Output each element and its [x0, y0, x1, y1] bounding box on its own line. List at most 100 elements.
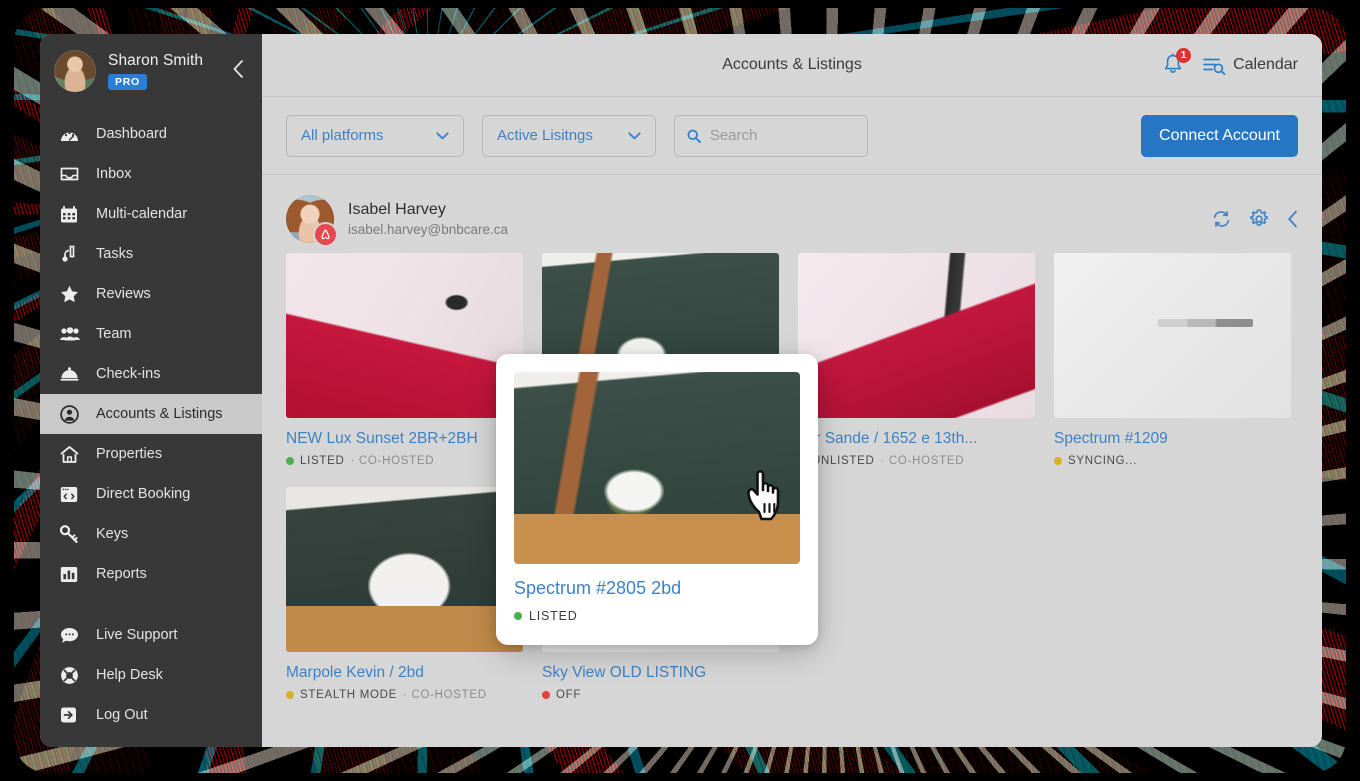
listing-card[interactable]: der Sande / 1652 e 13th... UNLISTED · CO…	[798, 253, 1035, 467]
listing-hover-popup[interactable]: Spectrum #2805 2bd LISTED	[496, 354, 818, 645]
notification-count-badge: 1	[1176, 48, 1192, 63]
account-actions	[1212, 209, 1298, 229]
sidebar-item-label: Properties	[96, 446, 163, 462]
code-window-icon	[60, 484, 86, 504]
sidebar-item-label: Keys	[96, 526, 129, 542]
home-icon	[60, 444, 86, 464]
listing-thumbnail	[286, 487, 523, 652]
search-box[interactable]	[674, 114, 868, 157]
status-dot-icon	[514, 612, 522, 620]
sidebar-item-multi-calendar[interactable]: Multi-calendar	[40, 194, 262, 234]
sidebar-item-team[interactable]: Team	[40, 314, 262, 354]
sidebar-user-profile[interactable]: Sharon Smith PRO	[40, 34, 262, 104]
sidebar-item-accounts-listings[interactable]: Accounts & Listings	[40, 394, 262, 434]
status-badge: LISTED · CO-HOSTED	[286, 455, 523, 467]
status-badge: OFF	[542, 689, 779, 701]
application-window: Sharon Smith PRO Dashboard Inbox Multi-c…	[40, 34, 1322, 747]
user-circle-icon	[60, 404, 86, 424]
status-label: SYNCING...	[1068, 455, 1137, 467]
status-badge: SYNCING...	[1054, 455, 1291, 467]
sidebar-item-help-desk[interactable]: Help Desk	[40, 655, 262, 695]
status-label: STEALTH MODE	[300, 689, 398, 701]
sidebar-item-reviews[interactable]: Reviews	[40, 274, 262, 314]
sidebar-item-reports[interactable]: Reports	[40, 554, 262, 594]
sidebar-item-label: Reports	[96, 566, 147, 582]
connect-account-button[interactable]: Connect Account	[1141, 114, 1298, 157]
collapse-account-chevron-left-icon[interactable]	[1287, 210, 1298, 228]
status-dot-icon	[286, 691, 294, 699]
sidebar-item-direct-booking[interactable]: Direct Booking	[40, 474, 262, 514]
popup-listing-thumbnail	[514, 372, 800, 564]
sidebar-item-label: Log Out	[96, 707, 148, 723]
status-dot-icon	[286, 457, 294, 465]
co-hosted-label: · CO-HOSTED	[403, 689, 487, 701]
lifebuoy-icon	[60, 665, 86, 685]
sidebar-item-inbox[interactable]: Inbox	[40, 154, 262, 194]
listing-thumbnail	[1054, 253, 1291, 418]
gear-icon[interactable]	[1249, 209, 1269, 229]
status-badge: UNLISTED · CO-HOSTED	[798, 455, 1035, 467]
popup-status-badge: LISTED	[514, 609, 800, 623]
sidebar-item-label: Help Desk	[96, 667, 163, 683]
listing-title: NEW Lux Sunset 2BR+2BH	[286, 430, 478, 447]
status-label: UNLISTED	[812, 455, 875, 467]
listing-thumbnail	[798, 253, 1035, 418]
sidebar-item-label: Check-ins	[96, 366, 161, 382]
bar-chart-icon	[60, 564, 86, 584]
topbar-actions: 1 Calendar	[1162, 48, 1322, 77]
refresh-sync-icon[interactable]	[1212, 210, 1231, 228]
calendar-search-icon	[1203, 58, 1226, 75]
avatar	[286, 195, 336, 245]
main-panel: Accounts & Listings 1 Calendar All platf…	[262, 34, 1322, 747]
sidebar-item-label: Dashboard	[96, 126, 167, 142]
sidebar-item-properties[interactable]: Properties	[40, 434, 262, 474]
sidebar-item-label: Team	[96, 326, 132, 342]
account-email: isabel.harvey@bnbcare.ca	[348, 222, 509, 237]
sidebar-item-label: Inbox	[96, 166, 132, 182]
sidebar-item-keys[interactable]: Keys	[40, 514, 262, 554]
search-input[interactable]	[709, 127, 855, 144]
user-avatar-photo	[54, 50, 96, 92]
sidebar-item-label: Direct Booking	[96, 486, 191, 502]
sidebar-item-label: Accounts & Listings	[96, 406, 223, 422]
listing-card[interactable]: Spectrum #1209 SYNCING...	[1054, 253, 1291, 467]
sidebar-item-dashboard[interactable]: Dashboard	[40, 114, 262, 154]
sidebar-item-check-ins[interactable]: Check-ins	[40, 354, 262, 394]
airbnb-icon	[315, 224, 336, 245]
pro-badge: PRO	[108, 74, 147, 90]
status-badge: STEALTH MODE · CO-HOSTED	[286, 689, 523, 701]
account-name: Isabel Harvey	[348, 201, 446, 218]
sidebar-collapse-button[interactable]	[226, 56, 248, 82]
inbox-tray-icon	[60, 164, 86, 184]
vacuum-icon	[60, 244, 86, 264]
star-icon	[60, 284, 86, 304]
search-icon	[687, 129, 701, 143]
listing-title: Marpole Kevin / 2bd	[286, 664, 424, 681]
sidebar-item-log-out[interactable]: Log Out	[40, 695, 262, 735]
listings-content: Isabel Harvey isabel.harvey@bnbcare.ca N…	[262, 175, 1322, 747]
sidebar-bottom-nav: Live Support Help Desk Log Out	[40, 615, 262, 735]
calendar-button[interactable]: Calendar	[1202, 56, 1298, 75]
sidebar-item-label: Reviews	[96, 286, 151, 302]
listing-card[interactable]: NEW Lux Sunset 2BR+2BH LISTED · CO-HOSTE…	[286, 253, 523, 467]
notifications-button[interactable]: 1	[1162, 48, 1192, 77]
chevron-down-icon	[628, 131, 641, 139]
status-dot-icon	[542, 691, 550, 699]
chat-bubble-icon	[60, 625, 86, 645]
sidebar-item-label: Live Support	[96, 627, 178, 643]
sidebar: Sharon Smith PRO Dashboard Inbox Multi-c…	[40, 34, 262, 747]
platform-filter-select[interactable]: All platforms	[286, 114, 464, 157]
sidebar-item-label: Tasks	[96, 246, 134, 262]
account-header-row: Isabel Harvey isabel.harvey@bnbcare.ca	[286, 193, 1298, 245]
popup-status-label: LISTED	[529, 609, 578, 623]
listings-filter-value: Active Lisitngs	[497, 127, 593, 144]
sidebar-item-tasks[interactable]: Tasks	[40, 234, 262, 274]
app-root: Sharon Smith PRO Dashboard Inbox Multi-c…	[0, 0, 1360, 781]
listings-filter-select[interactable]: Active Lisitngs	[482, 114, 656, 157]
sidebar-item-live-support[interactable]: Live Support	[40, 615, 262, 655]
listing-card[interactable]: Marpole Kevin / 2bd STEALTH MODE · CO-HO…	[286, 487, 523, 701]
service-bell-icon	[60, 364, 86, 384]
platform-filter-value: All platforms	[301, 127, 384, 144]
key-icon	[60, 524, 86, 544]
people-group-icon	[60, 324, 86, 344]
